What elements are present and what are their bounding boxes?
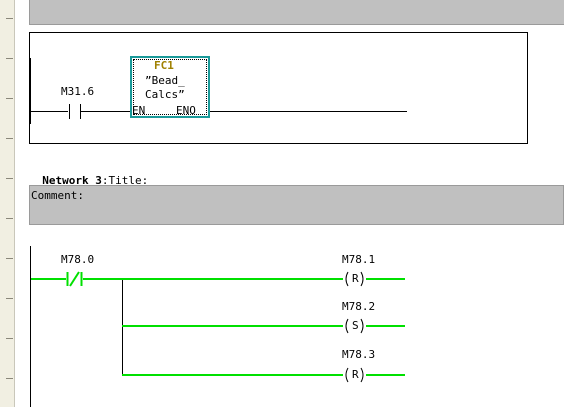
coil-m78-2-type[interactable]: S — [352, 320, 359, 332]
nc-contact-m78-0-icon — [66, 271, 83, 287]
fc1-block-name: FC1 — [154, 59, 174, 72]
coil-m78-3-type[interactable]: R — [352, 369, 359, 381]
fc1-pin-eno: ENO — [176, 104, 196, 117]
coil-m78-1-label: M78.1 — [342, 253, 376, 266]
coil-m78-1-type[interactable]: R — [352, 273, 359, 285]
coil-m78-3-label: M78.3 — [342, 348, 376, 361]
fc1-comment-line-1: ”Bead_ — [145, 74, 185, 87]
coil-m78-2-label: M78.2 — [342, 300, 376, 313]
network-3-comment-area[interactable]: Comment: — [29, 185, 564, 225]
network-3-comment-label: Comment: — [31, 189, 84, 202]
contact-m78-0-label: M78.0 — [61, 253, 95, 266]
network-3-header[interactable]: Network 3:Title: — [29, 163, 148, 187]
contact-m31-6-label: M31.6 — [61, 85, 95, 98]
fc1-comment-line-2: Calcs” — [145, 88, 185, 101]
fc1-pin-en: EN — [132, 104, 146, 117]
